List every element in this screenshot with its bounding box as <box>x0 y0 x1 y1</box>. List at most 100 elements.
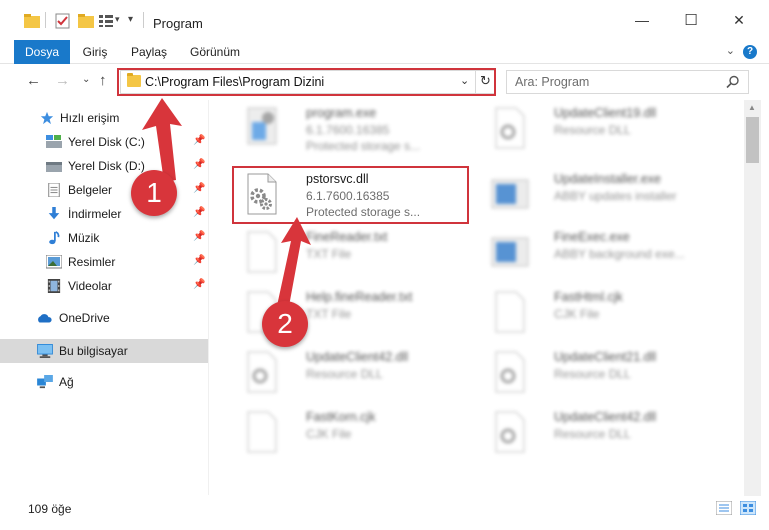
large-icons-view-icon[interactable] <box>740 501 756 515</box>
ribbon-tabs: Dosya Giriş Paylaş Görünüm ⌄ ? <box>0 40 769 64</box>
file-item[interactable]: FastHtml.cjk CJK File <box>482 284 722 340</box>
file-item[interactable]: UpdateInstaller.exe ABBY updates install… <box>482 166 722 222</box>
file-item[interactable]: UpdateClient42.dll Resource DLL <box>482 404 722 460</box>
music-icon <box>49 231 60 245</box>
sidebar-item-label: Belgeler <box>68 183 113 197</box>
drive-icon <box>46 135 62 148</box>
recent-locations-icon[interactable]: ⌄ <box>82 74 90 85</box>
file-description: ABBY background exe... <box>554 247 685 261</box>
back-icon[interactable]: ← <box>26 72 41 89</box>
toolbar-divider <box>143 12 144 28</box>
properties-check-icon[interactable] <box>55 13 71 29</box>
new-folder-icon[interactable] <box>78 14 94 28</box>
address-highlight-box <box>117 68 496 96</box>
file-name: FastHtml.cjk <box>554 290 623 304</box>
file-description: Protected storage s... <box>306 139 421 153</box>
sidebar-item-downloads[interactable]: İndirmeler 📌 <box>0 202 208 226</box>
network-icon <box>37 375 53 389</box>
forward-icon[interactable]: → <box>55 72 70 89</box>
folder-icon <box>24 14 40 28</box>
tab-paylas[interactable]: Paylaş <box>125 40 173 64</box>
file-description: CJK File <box>554 307 600 321</box>
document-icon <box>48 183 60 197</box>
file-description: Resource DLL <box>554 427 631 441</box>
maximize-button[interactable]: ☐ <box>668 0 714 40</box>
dll-icon <box>495 351 525 393</box>
sidebar-item-videos[interactable]: Videolar 📌 <box>0 274 208 298</box>
video-icon <box>47 279 61 293</box>
tab-dosya[interactable]: Dosya <box>14 40 70 64</box>
pin-icon[interactable]: 📌 <box>193 231 205 242</box>
picture-icon <box>46 255 62 269</box>
dll-icon <box>495 411 525 453</box>
pin-icon[interactable]: 📌 <box>193 207 205 218</box>
sidebar-item-music[interactable]: Müzik 📌 <box>0 226 208 250</box>
quick-access-dropdown-icon[interactable]: ▾ <box>115 14 120 25</box>
sidebar-item-label: Videolar <box>68 279 112 293</box>
view-list-icon[interactable] <box>99 15 113 27</box>
sidebar-item-label: Yerel Disk (D:) <box>68 159 145 173</box>
download-icon <box>48 207 60 220</box>
pane-divider <box>208 100 209 495</box>
computer-icon <box>37 344 53 358</box>
sidebar-item-label: Hızlı erişim <box>60 111 120 125</box>
file-name: Help.fineReader.txt <box>306 290 413 304</box>
file-name: UpdateClient19.dll <box>554 106 657 120</box>
vertical-scrollbar[interactable]: ▲ <box>744 100 761 496</box>
file-item[interactable]: FastKorn.cjk CJK File <box>234 404 474 460</box>
file-description: CJK File <box>306 427 352 441</box>
drive-icon <box>46 162 62 172</box>
tab-gorunum[interactable]: Görünüm <box>185 40 245 64</box>
search-input[interactable]: Ara: Program <box>506 70 749 94</box>
annotation-badge-1: 1 <box>131 170 177 216</box>
scroll-thumb[interactable] <box>746 117 759 163</box>
sidebar-item-label: Müzik <box>68 231 100 245</box>
search-icon[interactable] <box>726 75 740 89</box>
sidebar-item-label: Yerel Disk (C:) <box>68 135 145 149</box>
file-item[interactable]: UpdateClient19.dll Resource DLL <box>482 100 722 156</box>
dll-icon <box>495 107 525 149</box>
pin-icon[interactable]: 📌 <box>193 279 205 290</box>
sidebar-item-label: Resimler <box>68 255 116 269</box>
file-name: UpdateInstaller.exe <box>554 172 662 186</box>
file-name: UpdateClient42.dll <box>306 350 409 364</box>
file-description: ABBY updates installer <box>554 189 677 203</box>
up-icon[interactable]: ↑ <box>99 72 107 89</box>
tab-giris[interactable]: Giriş <box>75 40 115 64</box>
file-name: program.exe <box>306 106 377 120</box>
exe-icon <box>247 107 277 145</box>
dll-icon <box>247 351 277 393</box>
expand-ribbon-icon[interactable]: ⌄ <box>726 44 735 57</box>
search-placeholder: Ara: Program <box>515 75 590 89</box>
file-item[interactable]: UpdateClient42.dll Resource DLL <box>234 344 474 400</box>
sidebar-item-label: Ağ <box>59 375 74 389</box>
help-icon[interactable]: ? <box>743 45 757 59</box>
toolbar-divider <box>45 12 46 28</box>
item-count: 109 öğe <box>28 502 72 516</box>
window-icon <box>491 179 529 209</box>
sidebar-item-network[interactable]: Ağ <box>0 370 208 394</box>
minimize-button[interactable]: — <box>619 0 665 40</box>
sidebar-item-onedrive[interactable]: OneDrive <box>0 306 208 330</box>
annotation-badge-2: 2 <box>262 301 308 347</box>
file-icon <box>247 411 277 453</box>
file-icon <box>495 291 525 333</box>
sidebar-item-this-pc[interactable]: Bu bilgisayar <box>0 339 208 363</box>
sidebar-item-label: İndirmeler <box>68 207 122 221</box>
file-name: FastKorn.cjk <box>306 410 376 424</box>
file-name: FineExec.exe <box>554 230 630 244</box>
file-name: UpdateClient42.dll <box>554 410 657 424</box>
sidebar-item-label: OneDrive <box>59 311 110 325</box>
scroll-up-icon[interactable]: ▲ <box>748 103 756 112</box>
close-button[interactable]: ✕ <box>716 0 762 40</box>
file-item[interactable]: program.exe 6.1.7600.16385 Protected sto… <box>234 100 474 156</box>
details-view-icon[interactable] <box>716 501 732 515</box>
star-icon <box>40 111 54 125</box>
sidebar-item-pictures[interactable]: Resimler 📌 <box>0 250 208 274</box>
file-item[interactable]: UpdateClient21.dll Resource DLL <box>482 344 722 400</box>
file-item[interactable]: FineExec.exe ABBY background exe... <box>482 224 722 280</box>
file-description: Resource DLL <box>554 123 631 137</box>
cloud-icon <box>38 314 52 323</box>
pin-icon[interactable]: 📌 <box>193 255 205 266</box>
customize-toolbar-icon[interactable]: ▾ <box>128 14 133 25</box>
